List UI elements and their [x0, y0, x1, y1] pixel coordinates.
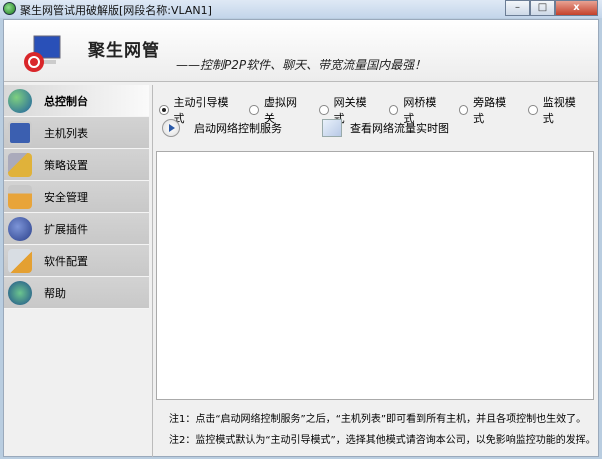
monitor-star-icon	[8, 120, 32, 145]
sidebar-item-label: 扩展插件	[44, 222, 88, 236]
sidebar-item-label: 安全管理	[44, 190, 88, 204]
output-panel	[156, 151, 594, 400]
sidebar-item-label: 策略设置	[44, 158, 88, 172]
main-window: 聚生网管 ——控制P2P软件、聊天、带宽流量国内最强！ 总控制台 主机列表 策略…	[3, 19, 599, 457]
sidebar-item-security[interactable]: 安全管理	[4, 181, 149, 213]
sidebar-item-console[interactable]: 总控制台	[4, 85, 149, 117]
window-title: 聚生网管试用破解版[网段名称:VLAN1]	[20, 4, 212, 17]
divider	[152, 85, 153, 457]
view-traffic-button[interactable]: 查看网络流量实时图	[322, 119, 449, 137]
sidebar-item-host-list[interactable]: 主机列表	[4, 117, 149, 149]
play-icon	[162, 119, 180, 137]
start-service-button[interactable]: 启动网络控制服务	[162, 119, 282, 137]
note-2: 注2：监控模式默认为“主动引导模式”，选择其他模式请咨询本公司，以免影响监控功能…	[169, 435, 596, 446]
close-button[interactable]: x	[555, 0, 598, 16]
app-icon	[3, 2, 16, 15]
sidebar-item-help[interactable]: 帮助	[4, 277, 149, 309]
plugin-icon	[8, 216, 32, 241]
app-name: 聚生网管	[88, 41, 160, 61]
sidebar-item-label: 主机列表	[44, 126, 88, 140]
title-bar: 聚生网管试用破解版[网段名称:VLAN1] – □ x	[0, 0, 602, 18]
slogan: ——控制P2P软件、聊天、带宽流量国内最强！	[176, 58, 427, 72]
action-bar: 启动网络控制服务 查看网络流量实时图	[162, 119, 489, 137]
header: 聚生网管 ——控制P2P软件、聊天、带宽流量国内最强！	[4, 20, 598, 82]
minimize-button[interactable]: –	[505, 0, 530, 16]
note-1: 注1：点击“启动网络控制服务”之后，“主机列表”即可看到所有主机，并且各项控制也…	[169, 414, 587, 425]
sidebar: 总控制台 主机列表 策略设置 安全管理 扩展插件 软件配置 帮助	[4, 85, 149, 309]
sidebar-item-plugins[interactable]: 扩展插件	[4, 213, 149, 245]
notes: 注1：点击“启动网络控制服务”之后，“主机列表”即可看到所有主机，并且各项控制也…	[169, 409, 596, 451]
padlock-icon	[8, 184, 32, 209]
keys-icon	[8, 152, 32, 177]
mode-radio-monitor[interactable]: 监视模式	[528, 94, 584, 126]
traffic-chart-icon	[322, 119, 342, 137]
sidebar-item-label: 总控制台	[44, 94, 88, 108]
sidebar-item-policy[interactable]: 策略设置	[4, 149, 149, 181]
config-icon	[8, 248, 32, 273]
sidebar-item-label: 帮助	[44, 286, 66, 300]
help-icon	[8, 280, 32, 305]
sidebar-item-label: 软件配置	[44, 254, 88, 268]
globe-icon	[8, 88, 32, 113]
sidebar-item-config[interactable]: 软件配置	[4, 245, 149, 277]
monitor-logo-icon	[24, 35, 61, 72]
maximize-button[interactable]: □	[530, 0, 555, 16]
